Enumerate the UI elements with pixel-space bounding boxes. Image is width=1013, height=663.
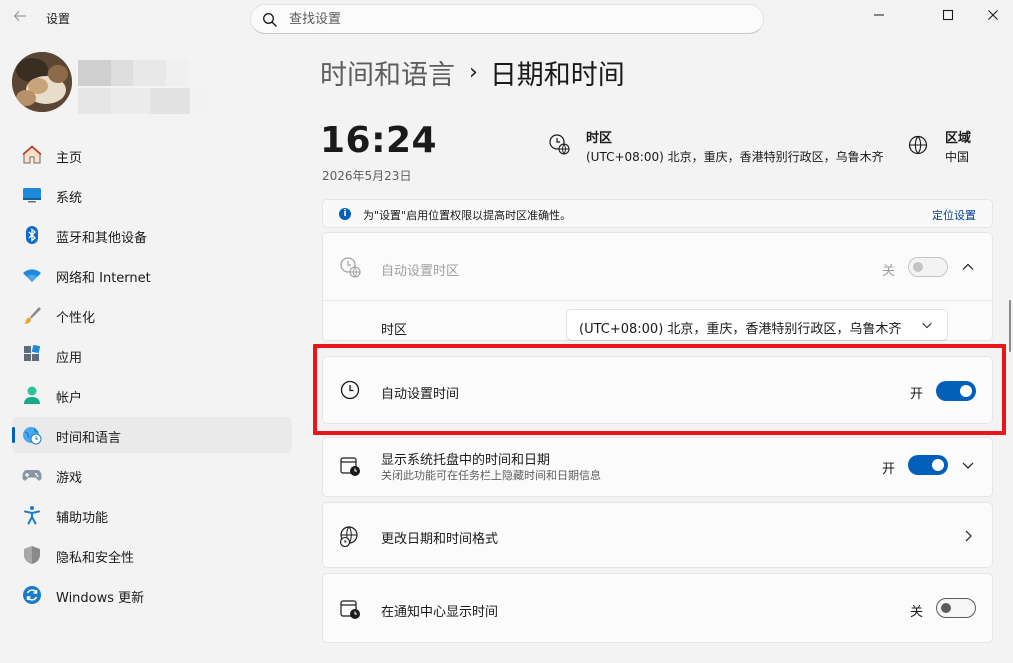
apps-icon xyxy=(22,345,42,365)
sidebar-item-system[interactable]: 系统 xyxy=(12,177,292,213)
sidebar-item-time-language[interactable]: 时间和语言 xyxy=(12,417,292,453)
home-icon xyxy=(22,145,42,165)
monitor-icon xyxy=(22,185,42,205)
sidebar-item-label: 帐户 xyxy=(56,391,83,406)
sidebar-item-label: Windows 更新 xyxy=(56,591,145,606)
maximize-icon xyxy=(942,9,954,21)
date-time-format-card[interactable]: 更改日期和时间格式 xyxy=(322,502,993,568)
sidebar-item-gaming[interactable]: 游戏 xyxy=(12,457,292,493)
tray-time-label: 显示系统托盘中的时间和日期 xyxy=(381,453,551,468)
sidebar-item-label: 辅助功能 xyxy=(56,511,109,526)
breadcrumb-separator: › xyxy=(469,59,478,85)
profile-email-blurred xyxy=(78,88,210,114)
auto-timezone-card: 自动设置时区 关 时区 (UTC+08:00) 北京，重庆，香港特别行政区，乌鲁… xyxy=(322,232,993,341)
person-icon xyxy=(22,385,42,405)
sidebar-item-bluetooth[interactable]: 蓝牙和其他设备 xyxy=(12,217,292,253)
tray-time-description: 关闭此功能可在任务栏上隐藏时间和日期信息 xyxy=(381,469,601,482)
avatar-photo xyxy=(12,52,72,112)
tray-time-state: 开 xyxy=(882,462,896,477)
chevron-down-icon xyxy=(922,322,932,329)
notification-time-card: 在通知中心显示时间 关 xyxy=(322,573,993,643)
sidebar-item-label: 应用 xyxy=(56,351,83,366)
current-time: 16:24 xyxy=(320,120,438,161)
chevron-up-icon[interactable] xyxy=(961,260,975,274)
minimize-icon xyxy=(874,14,884,16)
sidebar-nav: 主页 系统 蓝牙和其他设备 网络和 Internet 个性化 应用 帐户 时间和… xyxy=(12,137,292,617)
timezone-row: 时区 (UTC+08:00) 北京，重庆，香港特别行政区，乌鲁木齐 xyxy=(323,301,992,341)
sidebar-item-apps[interactable]: 应用 xyxy=(12,337,292,373)
search-box[interactable] xyxy=(250,4,764,34)
timezone-dropdown[interactable]: (UTC+08:00) 北京，重庆，香港特别行政区，乌鲁木齐 xyxy=(566,309,948,341)
infobar-message: 为"设置"启用位置权限以提高时区准确性。 xyxy=(363,209,572,222)
sidebar-item-label: 游戏 xyxy=(56,471,83,486)
sidebar-item-personalization[interactable]: 个性化 xyxy=(12,297,292,333)
app-title: 设置 xyxy=(46,12,71,26)
sidebar-item-label: 时间和语言 xyxy=(56,431,122,446)
sidebar-item-accessibility[interactable]: 辅助功能 xyxy=(12,497,292,533)
region-value: 中国 xyxy=(945,150,970,164)
sidebar-item-label: 系统 xyxy=(56,191,83,206)
region-globe-icon xyxy=(908,135,928,155)
sidebar-item-label: 蓝牙和其他设备 xyxy=(56,231,148,246)
search-input[interactable] xyxy=(289,10,749,28)
timezone-title: 时区 xyxy=(586,131,613,146)
search-icon xyxy=(263,13,277,27)
sidebar-item-network[interactable]: 网络和 Internet xyxy=(12,257,292,293)
sidebar-item-label: 隐私和安全性 xyxy=(56,551,135,566)
avatar[interactable] xyxy=(12,52,72,112)
breadcrumb: 时间和语言 › 日期和时间 xyxy=(320,52,625,92)
auto-timezone-label: 自动设置时区 xyxy=(381,264,460,279)
minimize-button[interactable] xyxy=(856,0,902,30)
title-bar: 设置 xyxy=(0,0,1013,38)
date-time-format-label: 更改日期和时间格式 xyxy=(381,532,499,547)
breadcrumb-parent[interactable]: 时间和语言 xyxy=(320,53,455,92)
refresh-icon xyxy=(22,585,42,605)
shield-icon xyxy=(22,545,42,565)
sidebar-item-windows-update[interactable]: Windows 更新 xyxy=(12,577,292,613)
notification-time-toggle[interactable] xyxy=(936,598,976,618)
auto-timezone-state: 关 xyxy=(882,264,896,279)
sidebar-item-label: 主页 xyxy=(56,151,83,166)
bluetooth-icon xyxy=(22,225,42,245)
chevron-down-icon[interactable] xyxy=(961,458,975,472)
sidebar-item-label: 个性化 xyxy=(56,311,96,326)
sidebar-item-home[interactable]: 主页 xyxy=(12,137,292,173)
timezone-label: 时区 xyxy=(381,323,408,338)
brush-icon xyxy=(22,305,42,325)
region-title: 区域 xyxy=(945,131,972,146)
notification-time-state: 关 xyxy=(910,605,924,620)
sidebar-item-label: 网络和 Internet xyxy=(56,271,151,286)
timezone-globe-icon xyxy=(549,134,570,155)
page-title: 日期和时间 xyxy=(489,59,625,91)
timezone-dropdown-value: (UTC+08:00) 北京，重庆，香港特别行政区，乌鲁木齐 xyxy=(579,322,902,337)
info-icon: i xyxy=(339,208,351,220)
back-button[interactable] xyxy=(10,8,30,28)
globe-clock-icon xyxy=(22,425,42,445)
scrollbar-thumb[interactable] xyxy=(1009,300,1011,352)
current-date: 2026年5月23日 xyxy=(322,169,412,183)
sidebar-item-accounts[interactable]: 帐户 xyxy=(12,377,292,413)
highlight-box xyxy=(313,344,1006,435)
calendar-clock-icon xyxy=(340,600,360,619)
profile-name-blurred xyxy=(78,60,188,86)
maximize-button[interactable] xyxy=(925,0,971,30)
timezone-globe-icon xyxy=(340,257,361,278)
location-permission-infobar: i 为"设置"启用位置权限以提高时区准确性。 定位设置 xyxy=(322,199,993,228)
close-icon xyxy=(988,10,998,20)
notification-time-label: 在通知中心显示时间 xyxy=(381,605,499,620)
globe-clock-icon xyxy=(339,526,358,547)
chevron-right-icon xyxy=(965,530,972,542)
wifi-icon xyxy=(22,265,42,285)
accessibility-icon xyxy=(22,505,42,525)
close-button[interactable] xyxy=(970,0,1013,30)
tray-time-toggle[interactable] xyxy=(908,455,948,475)
location-settings-link[interactable]: 定位设置 xyxy=(932,207,976,223)
timezone-summary: (UTC+08:00) 北京，重庆，香港特别行政区，乌鲁木齐 xyxy=(586,150,884,164)
sidebar-item-privacy[interactable]: 隐私和安全性 xyxy=(12,537,292,573)
tray-time-card: 显示系统托盘中的时间和日期 关闭此功能可在任务栏上隐藏时间和日期信息 开 xyxy=(322,437,993,497)
arrow-left-icon xyxy=(13,11,26,21)
calendar-clock-icon xyxy=(340,457,360,476)
gamepad-icon xyxy=(22,465,42,485)
auto-timezone-toggle[interactable] xyxy=(908,257,948,277)
